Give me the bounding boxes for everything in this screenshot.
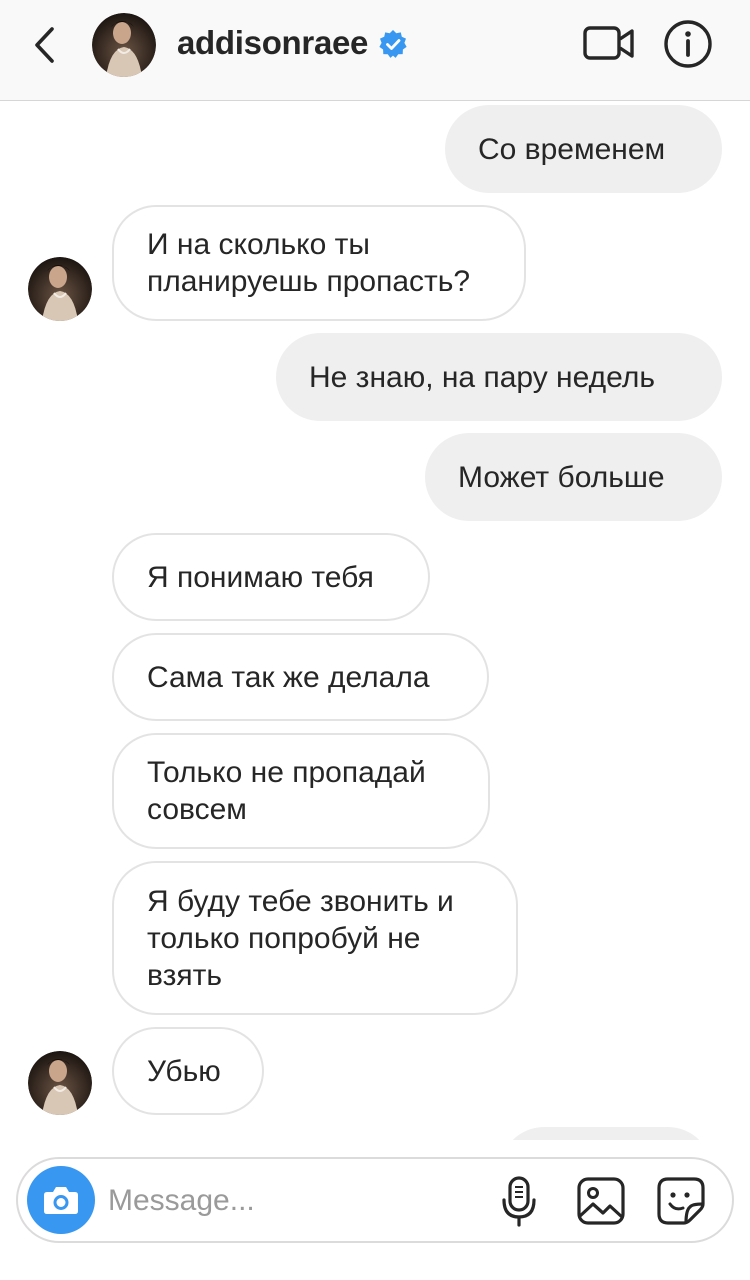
microphone-icon [502,1176,536,1227]
video-call-icon [583,26,634,60]
message-bubble-sent[interactable]: Не знаю, на пару недель [276,333,722,421]
chat-header: addisonraee [0,0,750,101]
profile-avatar[interactable] [92,13,156,77]
message-bubble-sent-partial[interactable] [500,1127,712,1140]
message-bubble-received[interactable]: Сама так же делала [112,633,489,721]
avatar-image [28,1051,92,1115]
message-bubble-received[interactable]: Я буду тебе звонить и только попробуй не… [112,861,518,1015]
avatar-image [28,257,92,321]
message-bubble-sent[interactable]: Со временем [445,105,722,193]
gallery-icon [577,1177,625,1225]
message-input[interactable] [108,1173,488,1229]
camera-icon [44,1187,78,1214]
message-bubble-received[interactable]: Я понимаю тебя [112,533,430,621]
info-button[interactable] [662,18,714,70]
message-composer [16,1157,734,1243]
voice-message-button[interactable] [500,1176,538,1228]
sticker-button[interactable] [656,1176,706,1226]
message-bubble-received[interactable]: Убью [112,1027,264,1115]
avatar-image [92,13,156,77]
chat-username[interactable]: addisonraee [177,21,368,65]
message-bubble-received[interactable]: Только не пропадай совсем [112,733,490,849]
gallery-button[interactable] [576,1176,626,1226]
camera-button[interactable] [27,1166,95,1234]
back-button[interactable] [22,18,66,72]
sender-avatar[interactable] [28,1051,92,1115]
message-bubble-sent[interactable]: Может больше [425,433,722,521]
message-bubble-received[interactable]: И на сколько ты планируешь пропасть? [112,205,526,321]
back-chevron-icon [35,27,54,63]
sender-avatar[interactable] [28,257,92,321]
dm-screen: addisonraee Со временем И на сколько ты … [0,0,750,1280]
verified-badge-icon [378,29,408,59]
video-call-button[interactable] [582,22,636,66]
info-icon [664,20,712,68]
message-thread[interactable]: Со временем И на сколько ты планируешь п… [0,101,750,1140]
sticker-icon [657,1177,705,1225]
